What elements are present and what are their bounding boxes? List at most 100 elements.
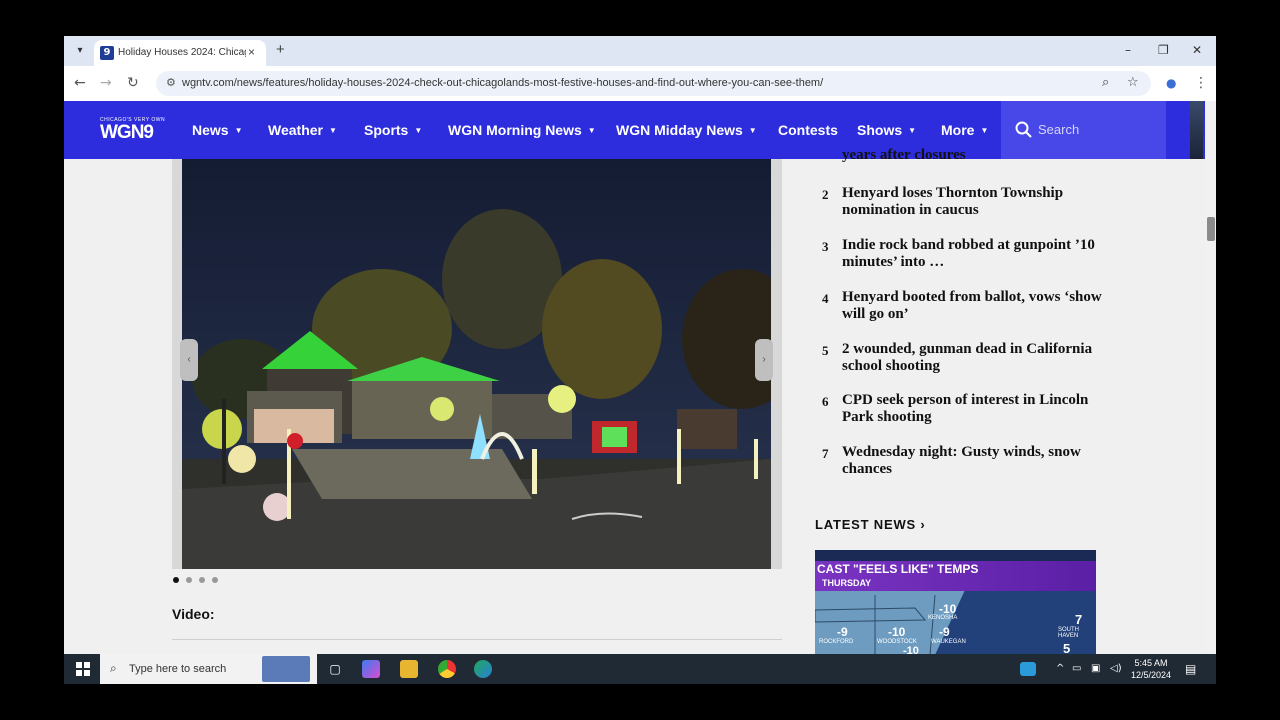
tab-strip: ▾ 9 Holiday Houses 2024: Chicagoland's m… <box>64 36 1216 66</box>
temp-label: 5 <box>1063 641 1071 654</box>
search-highlight-icon <box>262 656 310 682</box>
nav-wgn-morning-news[interactable]: WGN Morning News ▼ <box>448 121 596 140</box>
bookmark-star-icon[interactable]: ☆ <box>1127 75 1139 91</box>
temp-label: 7 <box>1075 612 1083 627</box>
chrome-icon[interactable] <box>438 660 456 678</box>
page-scrollbar[interactable] <box>1205 101 1216 654</box>
task-view-icon[interactable]: ▢ <box>326 660 344 678</box>
nav-more[interactable]: More ▼ <box>941 121 988 140</box>
widget-icon[interactable] <box>1020 662 1036 676</box>
trending-rank: 7 <box>822 446 829 461</box>
gallery-dot[interactable] <box>212 577 218 583</box>
clock-date: 12/5/2024 <box>1130 670 1172 680</box>
gallery-dot[interactable] <box>186 577 192 583</box>
windows-start-icon[interactable] <box>76 662 90 676</box>
temp-label: -10 <box>939 602 957 616</box>
search-icon: ⌕ <box>110 661 117 675</box>
trending-headline[interactable]: CPD seek person of interest in Lincoln P… <box>842 392 1104 425</box>
site-info-icon[interactable]: ⚙ <box>166 76 176 90</box>
battery-icon[interactable]: ▭ <box>1072 662 1081 676</box>
nav-label: News <box>192 122 229 138</box>
browser-tab[interactable]: 9 Holiday Houses 2024: Chicagoland's mos… <box>94 40 266 66</box>
trending-headline[interactable]: Wednesday night: Gusty winds, snow chanc… <box>842 444 1104 477</box>
site-header: CHICAGO'S VERY OWN WGN9 News ▼ Weather ▼ S… <box>64 101 1205 159</box>
trending-rank: 3 <box>822 239 829 254</box>
temp-label: -9 <box>939 625 950 639</box>
latest-news-link[interactable]: LATEST NEWS › <box>815 517 926 533</box>
nav-weather[interactable]: Weather ▼ <box>268 121 337 140</box>
page-viewport: CHICAGO'S VERY OWN WGN9 News ▼ Weather ▼ S… <box>64 101 1205 654</box>
trending-item-partial[interactable]: years after closures <box>842 147 966 163</box>
temp-label: -9 <box>837 625 848 639</box>
address-bar-row: ← → ↻ ⚙ wgntv.com/news/features/holiday-… <box>64 66 1216 101</box>
trending-rank: 2 <box>822 187 829 202</box>
place-label: SOUTH HAVEN <box>1058 627 1079 639</box>
trending-rank: 4 <box>822 291 829 306</box>
header-ad-thumbnail[interactable] <box>1190 101 1203 159</box>
trending-headline[interactable]: Indie rock band robbed at gunpoint ’10 m… <box>842 237 1104 270</box>
file-explorer-icon[interactable] <box>400 660 418 678</box>
chevron-down-icon: ▼ <box>234 126 243 136</box>
place-label: ROCKFORD <box>819 639 854 645</box>
nav-contests[interactable]: Contests <box>778 121 838 139</box>
gallery-prev-button[interactable]: ‹ <box>180 339 198 381</box>
trending-headline[interactable]: Henyard booted from ballot, vows ‘show w… <box>842 289 1104 322</box>
nav-sports[interactable]: Sports ▼ <box>364 121 422 140</box>
chevron-down-icon: ▼ <box>980 126 989 136</box>
edge-icon[interactable] <box>474 660 492 678</box>
scrollbar-thumb[interactable] <box>1207 217 1215 241</box>
taskbar-clock[interactable]: 5:45 AM 12/5/2024 <box>1126 657 1176 681</box>
holiday-house-photo[interactable] <box>182 159 771 569</box>
tab-title: Holiday Houses 2024: Chicagoland's most … <box>118 47 246 58</box>
tray-chevron-icon[interactable]: ^ <box>1056 662 1064 676</box>
latest-news-thumbnail[interactable]: CAST "FEELS LIKE" TEMPS THURSDAY -10 KEN… <box>815 550 1096 654</box>
copilot-icon[interactable] <box>362 660 380 678</box>
network-icon[interactable]: ▣ <box>1091 662 1100 676</box>
windows-taskbar: ⌕ Type here to search ▢ ^ ▭ ▣ ◁) 5:45 AM… <box>64 654 1216 684</box>
new-tab-button[interactable]: + <box>276 42 285 58</box>
trending-rank: 5 <box>822 343 829 358</box>
thumbnail-headline: CAST "FEELS LIKE" TEMPS <box>817 562 979 576</box>
maximize-button[interactable]: ❐ <box>1158 43 1169 57</box>
trending-rank: 6 <box>822 394 829 409</box>
zoom-icon[interactable]: ⌕ <box>1102 75 1109 91</box>
search-icon <box>1015 121 1032 138</box>
trending-headline[interactable]: Henyard loses Thornton Township nominati… <box>842 185 1104 218</box>
forward-button[interactable]: → <box>100 75 112 91</box>
divider <box>172 639 782 640</box>
photo-gallery: ‹ › <box>172 159 782 569</box>
gallery-next-button[interactable]: › <box>755 339 773 381</box>
thumbnail-subhead: THURSDAY <box>822 578 872 588</box>
nav-label: Contests <box>778 122 838 138</box>
nav-wgn-midday-news[interactable]: WGN Midday News ▼ <box>616 121 757 140</box>
article-main: ‹ › Video: <box>172 159 782 654</box>
nav-news[interactable]: News ▼ <box>192 121 243 140</box>
search-placeholder: Search <box>1038 122 1080 137</box>
site-search-button[interactable]: Search <box>1001 101 1166 159</box>
nav-label: WGN Midday News <box>616 122 743 138</box>
tab-search-dropdown[interactable]: ▾ <box>72 43 88 59</box>
chevron-down-icon: ▼ <box>414 126 423 136</box>
back-button[interactable]: ← <box>74 75 86 91</box>
reload-button[interactable]: ↻ <box>127 75 139 91</box>
trending-headline[interactable]: 2 wounded, gunman dead in California sch… <box>842 341 1104 374</box>
nav-label: Shows <box>857 122 903 138</box>
notifications-icon[interactable]: ▤ <box>1185 662 1196 676</box>
taskbar-search-box[interactable]: ⌕ Type here to search <box>100 654 317 684</box>
sidebar: years after closures 2 Henyard loses Tho… <box>815 147 1105 654</box>
browser-menu-icon[interactable]: ⋮ <box>1194 75 1208 91</box>
volume-icon[interactable]: ◁) <box>1110 662 1122 676</box>
close-window-button[interactable]: ✕ <box>1192 43 1202 57</box>
site-logo[interactable]: CHICAGO'S VERY OWN WGN9 <box>100 117 165 143</box>
chevron-down-icon: ▼ <box>748 126 757 136</box>
place-label: KENOSHA <box>928 615 958 621</box>
minimize-button[interactable]: – <box>1125 43 1131 57</box>
taskbar-search-placeholder: Type here to search <box>129 663 227 675</box>
gallery-dot-active[interactable] <box>173 577 179 583</box>
nav-shows[interactable]: Shows ▼ <box>857 121 916 140</box>
profile-icon[interactable]: ● <box>1166 75 1176 91</box>
address-bar[interactable]: ⚙ wgntv.com/news/features/holiday-houses… <box>156 71 1151 96</box>
nav-label: Weather <box>268 122 323 138</box>
tab-close-icon[interactable]: × <box>248 45 255 59</box>
gallery-dot[interactable] <box>199 577 205 583</box>
